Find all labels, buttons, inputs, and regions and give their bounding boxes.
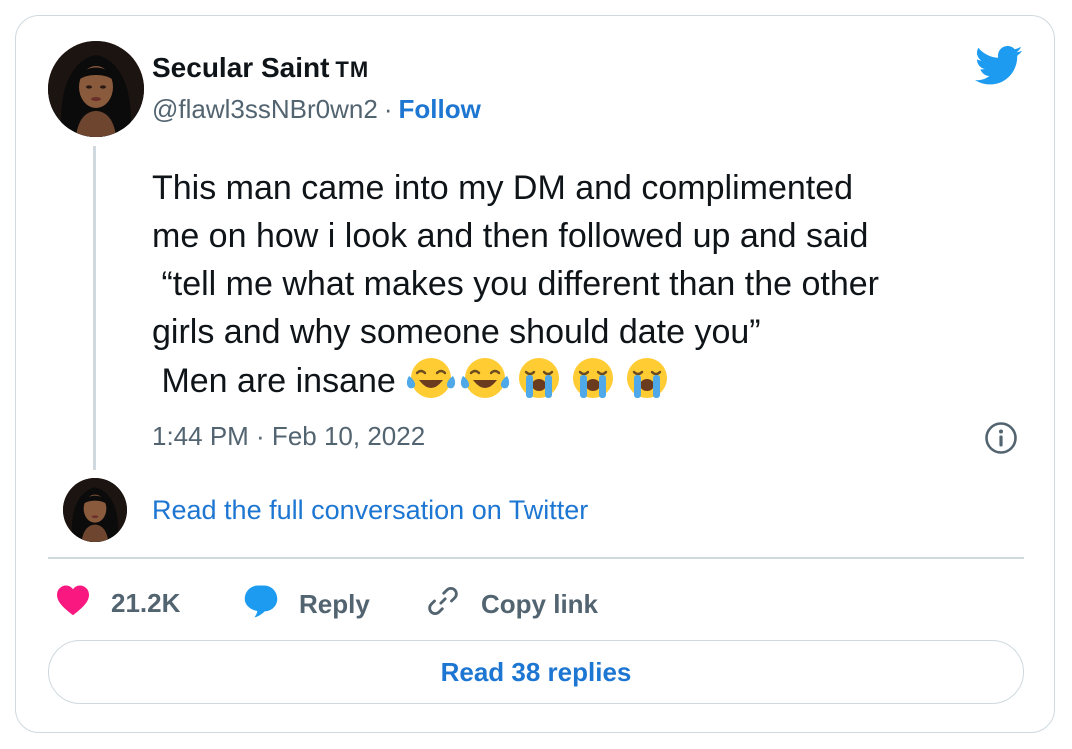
reply-button[interactable]: Reply [243, 584, 370, 625]
author-name[interactable]: Secular Saint TM [152, 52, 369, 84]
tweet-text-line: Men are insane [152, 362, 396, 400]
face-with-tears-of-joy-icon [459, 356, 511, 400]
divider [48, 557, 1024, 559]
reply-label: Reply [299, 589, 370, 619]
author-name-suffix: TM [335, 57, 370, 82]
tweet-text-line: girls and why someone should date you” [152, 313, 761, 351]
tweet-text-line: “tell me what makes you different than t… [152, 265, 879, 303]
tweet-text: This man came into my DM and complimente… [152, 164, 1032, 405]
info-icon[interactable] [984, 421, 1018, 460]
like-button[interactable]: 21.2K [55, 584, 180, 623]
read-replies-label: Read 38 replies [440, 656, 632, 687]
link-icon [425, 584, 461, 625]
tweet-text-line: me on how i look and then followed up an… [152, 217, 869, 255]
loudly-crying-face-icon [513, 356, 565, 400]
read-conversation-link[interactable]: Read the full conversation on Twitter [152, 495, 588, 526]
follow-link[interactable]: Follow [398, 94, 480, 124]
copy-link-button[interactable]: Copy link [425, 584, 598, 625]
tweet-text-last-line: Men are insane [152, 356, 1032, 405]
conversation-avatar[interactable] [63, 478, 127, 542]
separator-dot: · [383, 94, 393, 124]
likes-count: 21.2K [111, 588, 181, 618]
tweet-timestamp[interactable]: 1:44 PM · Feb 10, 2022 [152, 421, 425, 452]
heart-icon [55, 584, 91, 623]
twitter-bird-icon[interactable] [975, 46, 1023, 91]
author-avatar[interactable] [48, 41, 144, 137]
face-with-tears-of-joy-icon [405, 356, 457, 400]
author-name-text[interactable]: Secular Saint [152, 52, 329, 83]
copy-link-label: Copy link [481, 589, 599, 619]
author-handle-row: @flawl3ssNBr0wn2 · Follow [152, 94, 481, 125]
reply-bubble-icon [243, 584, 279, 625]
author-handle[interactable]: @flawl3ssNBr0wn2 [152, 94, 378, 124]
tweet-text-line: This man came into my DM and complimente… [152, 169, 854, 207]
loudly-crying-face-icon [567, 356, 619, 400]
read-replies-button[interactable]: Read 38 replies [48, 640, 1024, 704]
thread-line [93, 146, 96, 470]
loudly-crying-face-icon [621, 356, 673, 400]
